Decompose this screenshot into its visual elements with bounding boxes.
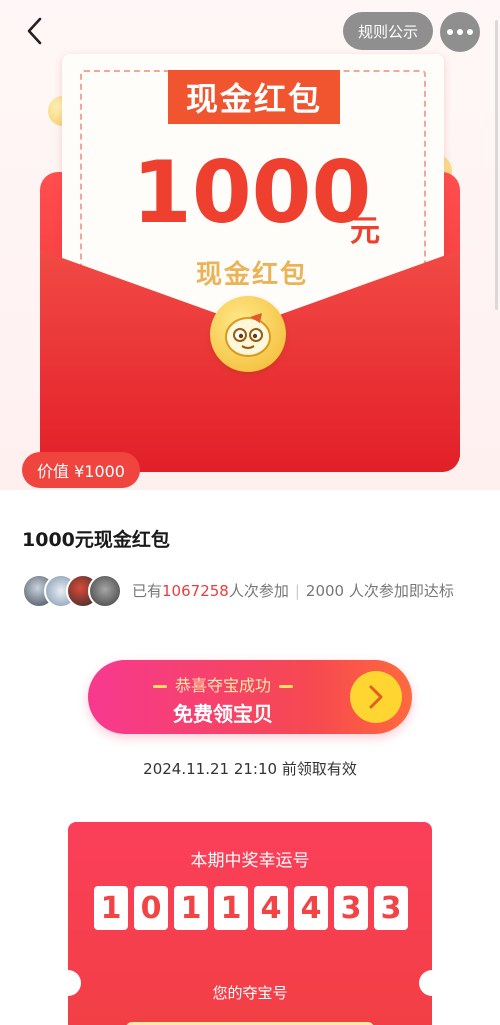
participants-suffix: 人次参加: [228, 582, 289, 600]
hero-banner: 现金红包 1000 元 现金红包 规则公示: [0, 0, 500, 490]
arrow-right-icon: [350, 671, 402, 723]
target-text: 2000 人次参加即达标: [305, 582, 454, 600]
rules-button[interactable]: 规则公示: [343, 12, 433, 50]
participation-info: 已有1067258人次参加 | 2000 人次参加即达标: [132, 580, 454, 601]
claim-prize-button[interactable]: 恭喜夺宝成功 免费领宝贝: [88, 660, 412, 734]
more-dot-icon: [447, 29, 453, 35]
lucky-number-digits: 1 0 1 1 4 4 3 3: [94, 886, 408, 930]
card-amount: 1000: [132, 143, 372, 243]
lucky-number-panel: 本期中奖幸运号 1 0 1 1 4 4 3 3 您的夺宝号: [68, 822, 432, 1025]
mascot-seal-icon: [210, 296, 286, 372]
digit-box: 4: [294, 886, 328, 930]
card-amount-unit: 元: [350, 214, 380, 249]
claim-subtitle: 恭喜夺宝成功: [88, 672, 358, 696]
digit-box: 1: [214, 886, 248, 930]
card-tag-label: 现金红包: [168, 70, 340, 124]
expire-text: 2024.11.21 21:10 前领取有效: [143, 760, 357, 778]
digit-box: 1: [174, 886, 208, 930]
more-dot-icon: [467, 29, 473, 35]
chevron-left-icon: [27, 17, 42, 45]
digit-box: 3: [374, 886, 408, 930]
my-numbers-title: 您的夺宝号: [212, 984, 288, 1002]
avatar: [88, 574, 122, 608]
digit-box: 3: [334, 886, 368, 930]
more-dot-icon: [457, 29, 463, 35]
back-button[interactable]: [14, 14, 54, 48]
card-subtitle: 现金红包: [196, 260, 309, 290]
participant-avatars: [22, 574, 122, 608]
value-badge: 价值 ¥1000: [22, 452, 140, 488]
dash-decoration: [279, 685, 293, 688]
digit-box: 1: [94, 886, 128, 930]
claim-subtitle-text: 恭喜夺宝成功: [174, 676, 271, 695]
digit-box: 0: [134, 886, 168, 930]
dash-decoration: [152, 685, 167, 688]
participants-prefix: 已有: [132, 582, 163, 600]
scrollbar[interactable]: [495, 20, 498, 310]
prize-title: 1000元现金红包: [22, 529, 170, 551]
more-options-button[interactable]: [440, 12, 480, 52]
lucky-number-title: 本期中奖幸运号: [190, 851, 310, 871]
digit-box: 4: [254, 886, 288, 930]
participants-count: 1067258: [162, 582, 229, 600]
claim-label: 免费领宝贝: [173, 702, 273, 726]
divider: |: [294, 582, 300, 600]
